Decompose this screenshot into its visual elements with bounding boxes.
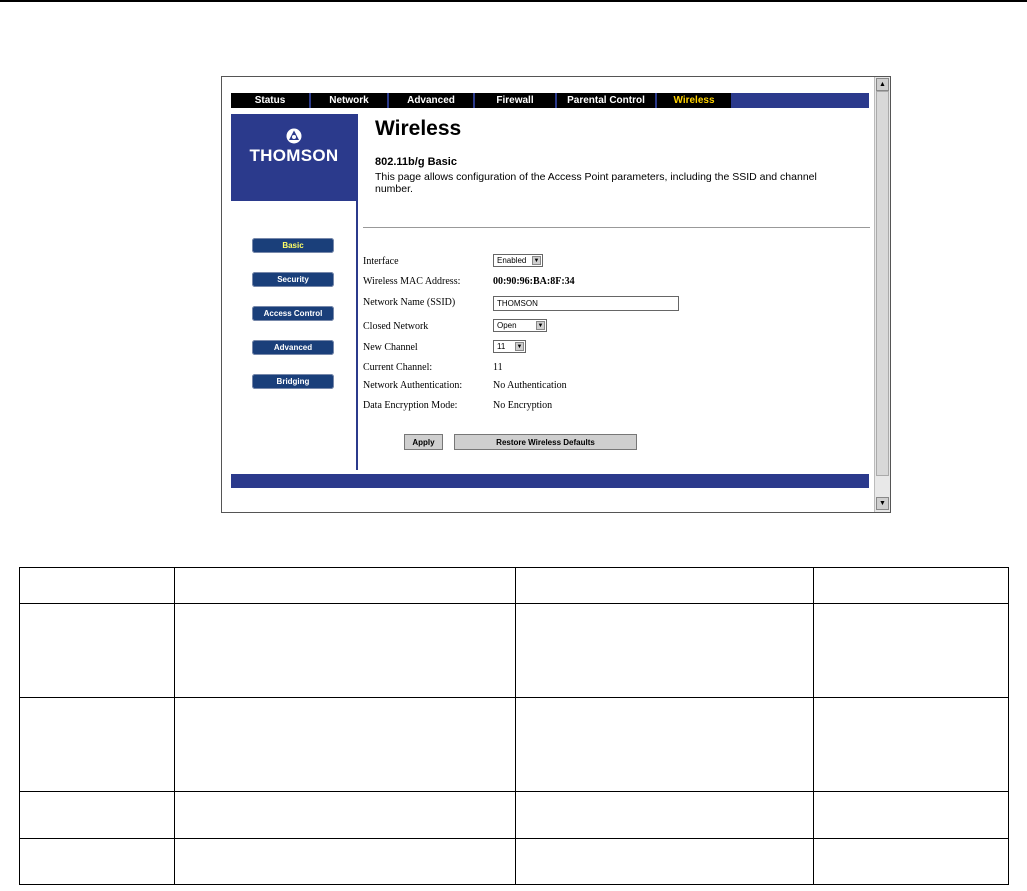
- current-channel-label: Current Channel:: [363, 362, 433, 373]
- table-cell: [813, 567, 1009, 604]
- tab-wireless[interactable]: Wireless: [657, 93, 731, 108]
- table-cell: [813, 791, 1009, 839]
- closed-network-value: Open: [497, 321, 517, 330]
- sidebar-bridging-button[interactable]: Bridging: [252, 374, 334, 389]
- table-cell: [813, 838, 1009, 885]
- dropdown-arrow-icon: ▼: [532, 256, 541, 265]
- new-channel-label: New Channel: [363, 342, 418, 353]
- new-channel-select[interactable]: 11 ▼: [493, 340, 526, 353]
- page-description: This page allows configuration of the Ac…: [375, 171, 817, 195]
- tab-network[interactable]: Network: [311, 93, 387, 108]
- table-cell: [19, 791, 175, 839]
- table-cell: [515, 567, 814, 604]
- logo-text: THOMSON: [249, 146, 339, 165]
- table-cell: [174, 791, 516, 839]
- thomson-logo: THOMSON: [231, 114, 357, 201]
- table-cell: [515, 697, 814, 792]
- table-row: [19, 603, 1009, 698]
- table-row: [19, 791, 1009, 839]
- table-cell: [813, 697, 1009, 792]
- top-rule: [0, 0, 1027, 2]
- interface-label: Interface: [363, 256, 399, 267]
- vertical-scrollbar[interactable]: ▲ ▼: [874, 77, 890, 512]
- closed-network-label: Closed Network: [363, 321, 429, 332]
- table-cell: [19, 697, 175, 792]
- tab-advanced[interactable]: Advanced: [389, 93, 473, 108]
- bottom-bar: [231, 474, 869, 488]
- sidebar-advanced-button[interactable]: Advanced: [252, 340, 334, 355]
- table-cell: [174, 697, 516, 792]
- encryption-mode-value: No Encryption: [493, 400, 553, 411]
- mac-value: 00:90:96:BA:8F:34: [493, 276, 575, 287]
- new-channel-value: 11: [497, 342, 506, 351]
- table-cell: [174, 838, 516, 885]
- table-cell: [174, 603, 516, 698]
- tab-parental-control[interactable]: Parental Control: [557, 93, 655, 108]
- tab-firewall[interactable]: Firewall: [475, 93, 555, 108]
- ssid-label: Network Name (SSID): [363, 297, 456, 308]
- sidebar-basic-button[interactable]: Basic: [252, 238, 334, 253]
- restore-defaults-button[interactable]: Restore Wireless Defaults: [454, 434, 637, 450]
- table-row: [19, 838, 1009, 885]
- dropdown-arrow-icon: ▼: [536, 321, 545, 330]
- network-auth-value: No Authentication: [493, 380, 567, 391]
- interface-select[interactable]: Enabled ▼: [493, 254, 543, 267]
- sidebar-security-button[interactable]: Security: [252, 272, 334, 287]
- page-viewport: Status Network Advanced Firewall Parenta…: [222, 77, 874, 512]
- thomson-logo-icon: [286, 128, 302, 144]
- closed-network-select[interactable]: Open ▼: [493, 319, 547, 332]
- scroll-up-icon[interactable]: ▲: [876, 78, 889, 91]
- scroll-down-icon[interactable]: ▼: [876, 497, 889, 510]
- encryption-mode-label: Data Encryption Mode:: [363, 400, 458, 411]
- table-cell: [19, 567, 175, 604]
- table-cell: [515, 838, 814, 885]
- page-title: Wireless: [375, 117, 462, 140]
- scroll-thumb[interactable]: [876, 91, 889, 476]
- divider: [363, 227, 870, 228]
- apply-button[interactable]: Apply: [404, 434, 443, 450]
- ssid-input[interactable]: THOMSON: [493, 296, 679, 311]
- network-auth-label: Network Authentication:: [363, 380, 463, 391]
- mac-label: Wireless MAC Address:: [363, 276, 461, 287]
- table-cell: [174, 567, 516, 604]
- sidebar-divider: [356, 114, 358, 470]
- table-cell: [19, 838, 175, 885]
- tab-status[interactable]: Status: [231, 93, 309, 108]
- top-nav: Status Network Advanced Firewall Parenta…: [231, 93, 869, 108]
- table-cell: [19, 603, 175, 698]
- table-cell: [813, 603, 1009, 698]
- current-channel-value: 11: [493, 362, 503, 373]
- browser-screenshot: Status Network Advanced Firewall Parenta…: [221, 76, 891, 513]
- table-cell: [515, 791, 814, 839]
- sidebar-access-control-button[interactable]: Access Control: [252, 306, 334, 321]
- table-row: [19, 567, 1009, 604]
- table-row: [19, 697, 1009, 792]
- dropdown-arrow-icon: ▼: [515, 342, 524, 351]
- section-subtitle: 802.11b/g Basic: [375, 156, 457, 168]
- empty-document-table: [19, 567, 1009, 885]
- table-cell: [515, 603, 814, 698]
- interface-select-value: Enabled: [497, 256, 527, 265]
